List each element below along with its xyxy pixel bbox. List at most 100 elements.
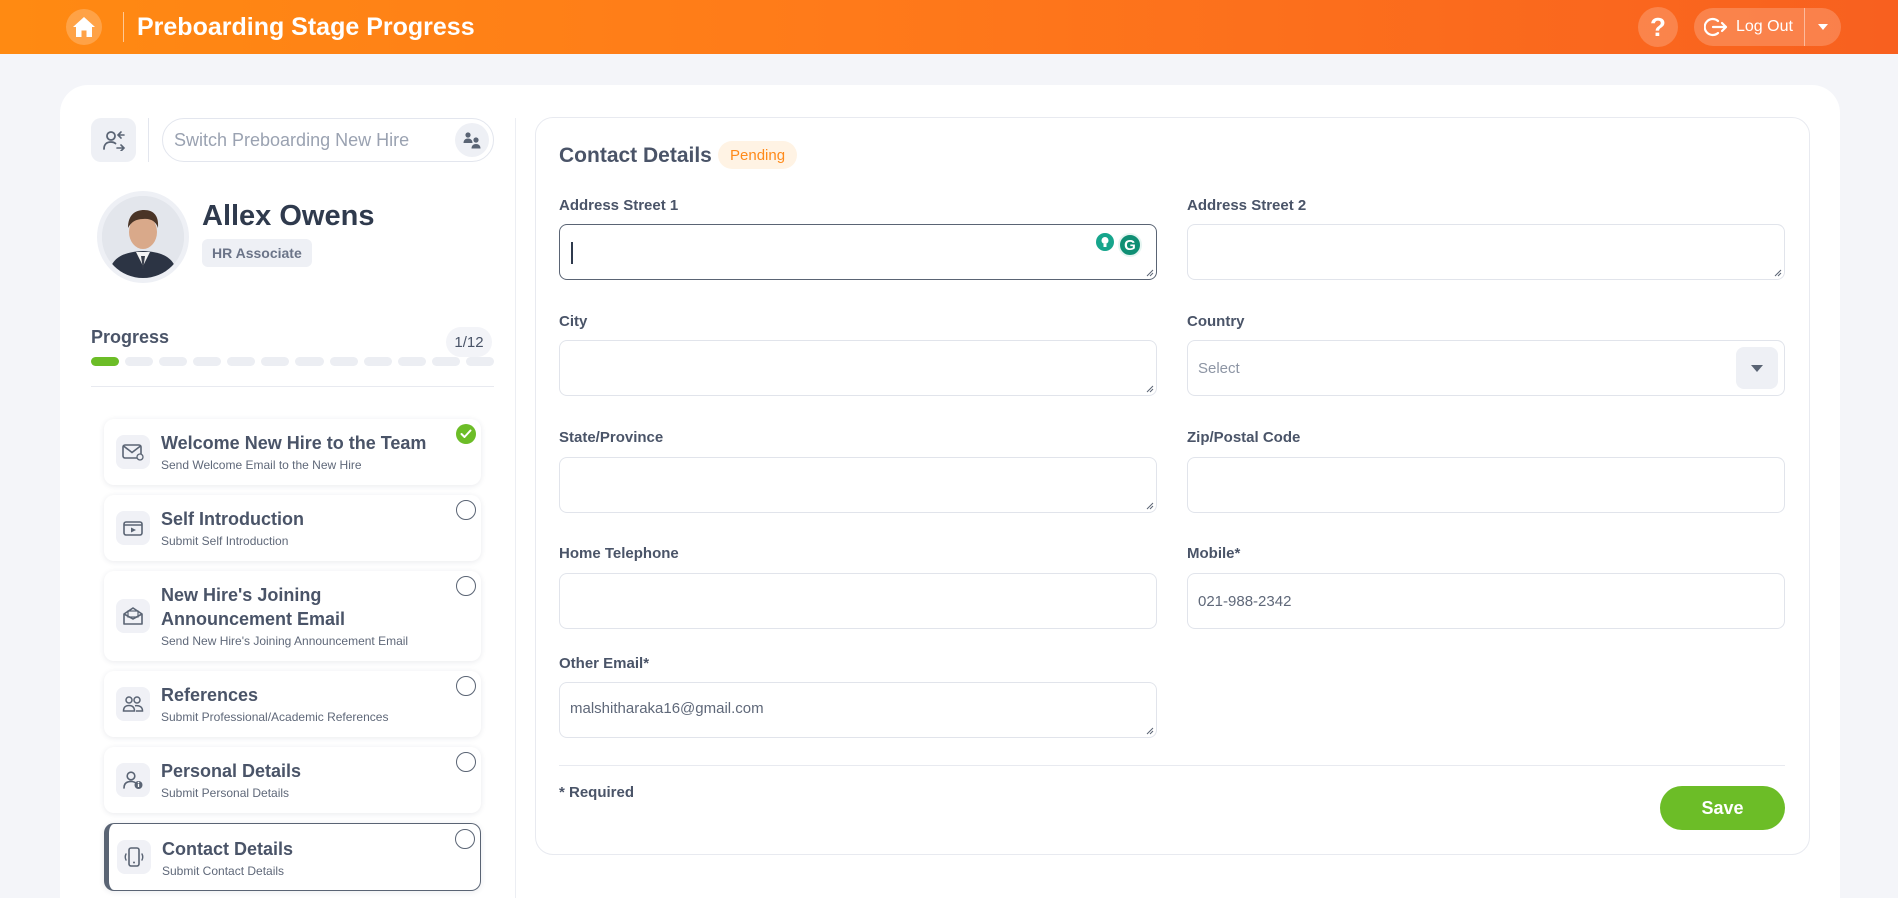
progress-segment bbox=[261, 357, 290, 366]
state-input[interactable] bbox=[560, 458, 1156, 512]
user-switch-icon bbox=[102, 131, 125, 151]
logout-button[interactable]: Log Out bbox=[1694, 8, 1804, 46]
stage-title: Contact Details bbox=[162, 839, 294, 859]
city-field bbox=[559, 340, 1157, 396]
progress-segment bbox=[329, 357, 358, 366]
stage-item-personal-details[interactable]: Personal Details Submit Personal Details bbox=[104, 747, 481, 813]
avatar bbox=[97, 191, 189, 283]
status-circle-icon bbox=[455, 829, 475, 849]
resize-handle-icon[interactable] bbox=[1774, 269, 1782, 277]
home-telephone-label: Home Telephone bbox=[559, 545, 679, 562]
stage-title: References bbox=[161, 685, 259, 705]
role-badge: HR Associate bbox=[202, 239, 312, 267]
resize-handle-icon[interactable] bbox=[1146, 502, 1154, 510]
city-input[interactable] bbox=[560, 341, 1156, 395]
status-circle-icon bbox=[456, 752, 476, 772]
progress-segment bbox=[91, 357, 120, 366]
status-circle-icon bbox=[456, 500, 476, 520]
account-menu-toggle[interactable] bbox=[1805, 8, 1841, 46]
users-icon bbox=[116, 687, 150, 721]
zip-input[interactable] bbox=[1188, 458, 1784, 512]
mail-open-icon bbox=[116, 599, 150, 633]
progress-segment bbox=[125, 357, 154, 366]
new-hire-picker-button[interactable] bbox=[455, 123, 489, 157]
grammarly-icon[interactable]: G bbox=[1118, 233, 1142, 257]
home-button[interactable] bbox=[66, 9, 102, 45]
users-swap-icon bbox=[463, 132, 481, 149]
grammarly-widget[interactable]: G bbox=[1096, 233, 1142, 257]
user-info-icon bbox=[116, 763, 150, 797]
resize-handle-icon[interactable] bbox=[1146, 385, 1154, 393]
switch-new-hire-button[interactable] bbox=[91, 118, 136, 162]
status-circle-icon bbox=[456, 576, 476, 596]
address1-input[interactable] bbox=[560, 225, 1156, 279]
sidebar-separator bbox=[91, 386, 494, 387]
panel-divider bbox=[515, 118, 516, 898]
logout-icon bbox=[1704, 17, 1728, 37]
stage-item-welcome[interactable]: Welcome New Hire to the Team Send Welcom… bbox=[104, 419, 481, 485]
zip-field bbox=[1187, 457, 1785, 513]
stage-subtitle: Send Welcome Email to the New Hire bbox=[161, 458, 362, 472]
progress-segment bbox=[227, 357, 256, 366]
progress-bar bbox=[91, 357, 494, 366]
check-circle-icon bbox=[456, 424, 476, 444]
required-note: * Required bbox=[559, 784, 635, 801]
progress-segment bbox=[397, 357, 426, 366]
mobile-input[interactable] bbox=[1188, 574, 1784, 628]
other-email-field: malshitharaka16@gmail.com bbox=[559, 682, 1157, 738]
status-circle-icon bbox=[456, 676, 476, 696]
other-email-label: Other Email* bbox=[559, 655, 650, 672]
progress-label: Progress bbox=[91, 327, 170, 347]
sidebar-divider bbox=[148, 118, 149, 162]
page-title: Preboarding Stage Progress bbox=[137, 13, 475, 41]
address1-field: G bbox=[559, 224, 1157, 280]
address2-field bbox=[1187, 224, 1785, 280]
mobile-icon bbox=[117, 840, 151, 874]
stage-subtitle: Send New Hire's Joining Announcement Ema… bbox=[161, 634, 409, 648]
resize-handle-icon[interactable] bbox=[1146, 727, 1154, 735]
state-field bbox=[559, 457, 1157, 513]
address1-label: Address Street 1 bbox=[559, 197, 679, 214]
other-email-input[interactable]: malshitharaka16@gmail.com bbox=[560, 683, 1156, 737]
home-telephone-field bbox=[559, 573, 1157, 629]
progress-segment bbox=[159, 357, 188, 366]
stage-title: Welcome New Hire to the Team bbox=[161, 433, 427, 453]
address2-input[interactable] bbox=[1188, 225, 1784, 279]
zip-label: Zip/Postal Code bbox=[1187, 429, 1301, 446]
country-select[interactable]: Select bbox=[1187, 340, 1785, 396]
switch-new-hire-field bbox=[162, 118, 494, 162]
home-icon bbox=[73, 17, 95, 37]
save-button[interactable]: Save bbox=[1660, 786, 1785, 830]
progress-segment bbox=[431, 357, 460, 366]
country-dropdown-toggle[interactable] bbox=[1736, 347, 1778, 389]
form-footer-divider bbox=[559, 765, 1785, 766]
caret-down-icon bbox=[1818, 24, 1828, 30]
mobile-label: Mobile* bbox=[1187, 545, 1241, 562]
stage-subtitle: Submit Professional/Academic References bbox=[161, 710, 389, 724]
status-badge: Pending bbox=[718, 141, 798, 169]
top-bar: Preboarding Stage Progress ? Log Out bbox=[0, 0, 1898, 54]
stage-title: New Hire's Joining Announcement Email bbox=[161, 585, 346, 629]
caret-down-icon bbox=[1751, 364, 1763, 372]
city-label: City bbox=[559, 313, 588, 330]
resize-handle-icon[interactable] bbox=[1146, 269, 1154, 277]
switch-new-hire-input[interactable] bbox=[174, 129, 444, 151]
mobile-field bbox=[1187, 573, 1785, 629]
stage-item-self-introduction[interactable]: Self Introduction Submit Self Introducti… bbox=[104, 495, 481, 561]
video-icon bbox=[116, 511, 150, 545]
home-telephone-input[interactable] bbox=[560, 574, 1156, 628]
new-hire-name: Allex Owens bbox=[202, 200, 375, 232]
logout-control: Log Out bbox=[1694, 8, 1841, 46]
stage-item-joining-announcement[interactable]: New Hire's Joining Announcement Email Se… bbox=[104, 571, 481, 661]
stage-item-contact-details[interactable]: Contact Details Submit Contact Details bbox=[104, 823, 481, 891]
country-label: Country bbox=[1187, 313, 1245, 330]
stage-title: Personal Details bbox=[161, 761, 302, 781]
mail-at-icon bbox=[116, 435, 150, 469]
stage-subtitle: Submit Personal Details bbox=[161, 786, 290, 800]
help-button[interactable]: ? bbox=[1638, 7, 1678, 47]
lightbulb-icon[interactable] bbox=[1096, 233, 1114, 251]
country-selected-value: Select bbox=[1198, 360, 1240, 377]
stage-subtitle: Submit Self Introduction bbox=[161, 534, 289, 548]
stage-item-references[interactable]: References Submit Professional/Academic … bbox=[104, 671, 481, 737]
stage-subtitle: Submit Contact Details bbox=[162, 864, 285, 878]
